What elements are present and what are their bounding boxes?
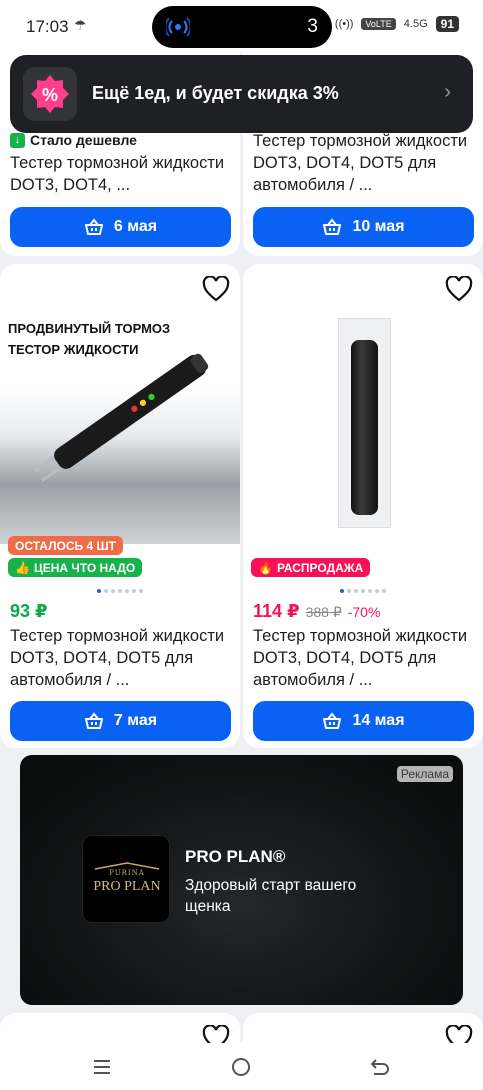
old-price: 388 ₽ bbox=[305, 604, 342, 620]
delivery-button[interactable]: 7 мая bbox=[10, 701, 231, 741]
status-time: 17:03 bbox=[26, 17, 69, 36]
network-label: 4.5G bbox=[403, 18, 428, 30]
volte-badge: VoLTE bbox=[361, 18, 396, 30]
ad-label: Реклама bbox=[396, 766, 453, 782]
favorite-heart-icon[interactable] bbox=[202, 276, 230, 302]
basket-icon bbox=[84, 218, 103, 235]
product-price: 114 ₽388 ₽ -70% bbox=[253, 601, 381, 621]
hotspot-icon: ((•)) bbox=[334, 18, 354, 30]
price-drop-badge: ↓ Стало дешевле bbox=[10, 132, 137, 148]
basket-icon bbox=[84, 712, 103, 729]
back-icon[interactable] bbox=[368, 1055, 392, 1079]
chevron-right-icon[interactable]: › bbox=[444, 81, 451, 104]
system-navigation-bar bbox=[0, 1043, 483, 1090]
thumbs-up-icon: 👍 bbox=[15, 560, 30, 575]
ad-title: PRO PLAN® bbox=[185, 847, 286, 866]
image-pager-dots bbox=[243, 589, 483, 593]
status-icons: ((•)) VoLTE 4.5G 91 bbox=[335, 16, 459, 32]
discount-percent: -70% bbox=[347, 604, 381, 620]
product-card[interactable]: ПРОДВИНУТЫЙ ТОРМОЗ ТЕСТОР ЖИДКОСТИ ОСТАЛ… bbox=[0, 264, 240, 748]
product-card[interactable]: 🔥 РАСПРОДАЖА 114 ₽388 ₽ -70% Тестер тормо… bbox=[243, 264, 483, 748]
stock-tag: ОСТАЛОСЬ 4 ШТ bbox=[8, 536, 123, 555]
product-image[interactable]: ПРОДВИНУТЫЙ ТОРМОЗ ТЕСТОР ЖИДКОСТИ bbox=[0, 304, 240, 544]
basket-icon bbox=[323, 218, 342, 235]
delivery-button[interactable]: 6 мая bbox=[10, 207, 231, 247]
favorite-heart-icon[interactable] bbox=[445, 276, 473, 302]
sale-tag: 🔥 РАСПРОДАЖА bbox=[251, 558, 371, 577]
percent-star-icon: % bbox=[31, 75, 69, 113]
menu-icon[interactable] bbox=[90, 1055, 114, 1079]
product-title[interactable]: Тестер тормозной жидкости DOT3, DOT4, DO… bbox=[253, 625, 475, 691]
delivery-button[interactable]: 14 мая bbox=[253, 701, 474, 741]
ad-subtitle: Здоровый старт вашего щенка bbox=[185, 877, 357, 915]
tester-pen-image bbox=[351, 340, 378, 515]
broadcast-icon bbox=[166, 17, 190, 37]
image-pager-dots bbox=[0, 589, 240, 593]
battery-indicator: 91 bbox=[435, 16, 459, 32]
arrow-down-icon: ↓ bbox=[10, 132, 25, 148]
discount-toast[interactable]: % Ещё 1ед, и будет скидка 3% › bbox=[10, 55, 473, 133]
good-price-tag: 👍 ЦЕНА ЧТО НАДО bbox=[8, 558, 143, 577]
dynamic-island[interactable]: 3 bbox=[152, 6, 332, 48]
svg-text:%: % bbox=[42, 85, 58, 105]
fire-icon: 🔥 bbox=[258, 560, 273, 575]
product-image[interactable] bbox=[243, 304, 483, 544]
discount-badge: % bbox=[23, 67, 77, 121]
brand-logo: PURINA PRO PLAN bbox=[82, 835, 170, 923]
basket-icon bbox=[323, 712, 342, 729]
product-title[interactable]: Тестер тормозной жидкости DOT3, DOT4, ..… bbox=[10, 152, 232, 196]
toast-message: Ещё 1ед, и будет скидка 3% bbox=[92, 83, 339, 103]
delivery-button[interactable]: 10 мая bbox=[253, 207, 474, 247]
home-icon[interactable] bbox=[229, 1055, 253, 1079]
product-title[interactable]: Тестер тормозной жидкости DOT3, DOT4, DO… bbox=[253, 130, 475, 196]
tester-pen-image bbox=[34, 353, 209, 482]
ad-banner[interactable]: Реклама PURINA PRO PLAN PRO PLAN® Здоров… bbox=[20, 755, 463, 1005]
notification-count: 3 bbox=[307, 16, 318, 37]
umbrella-icon: ☂ bbox=[74, 17, 87, 33]
product-title[interactable]: Тестер тормозной жидкости DOT3, DOT4, DO… bbox=[10, 625, 232, 691]
product-price: 93 ₽ bbox=[10, 601, 48, 621]
status-bar: 17:03 ☂ 3 ((•)) VoLTE 4.5G 91 bbox=[0, 0, 483, 52]
